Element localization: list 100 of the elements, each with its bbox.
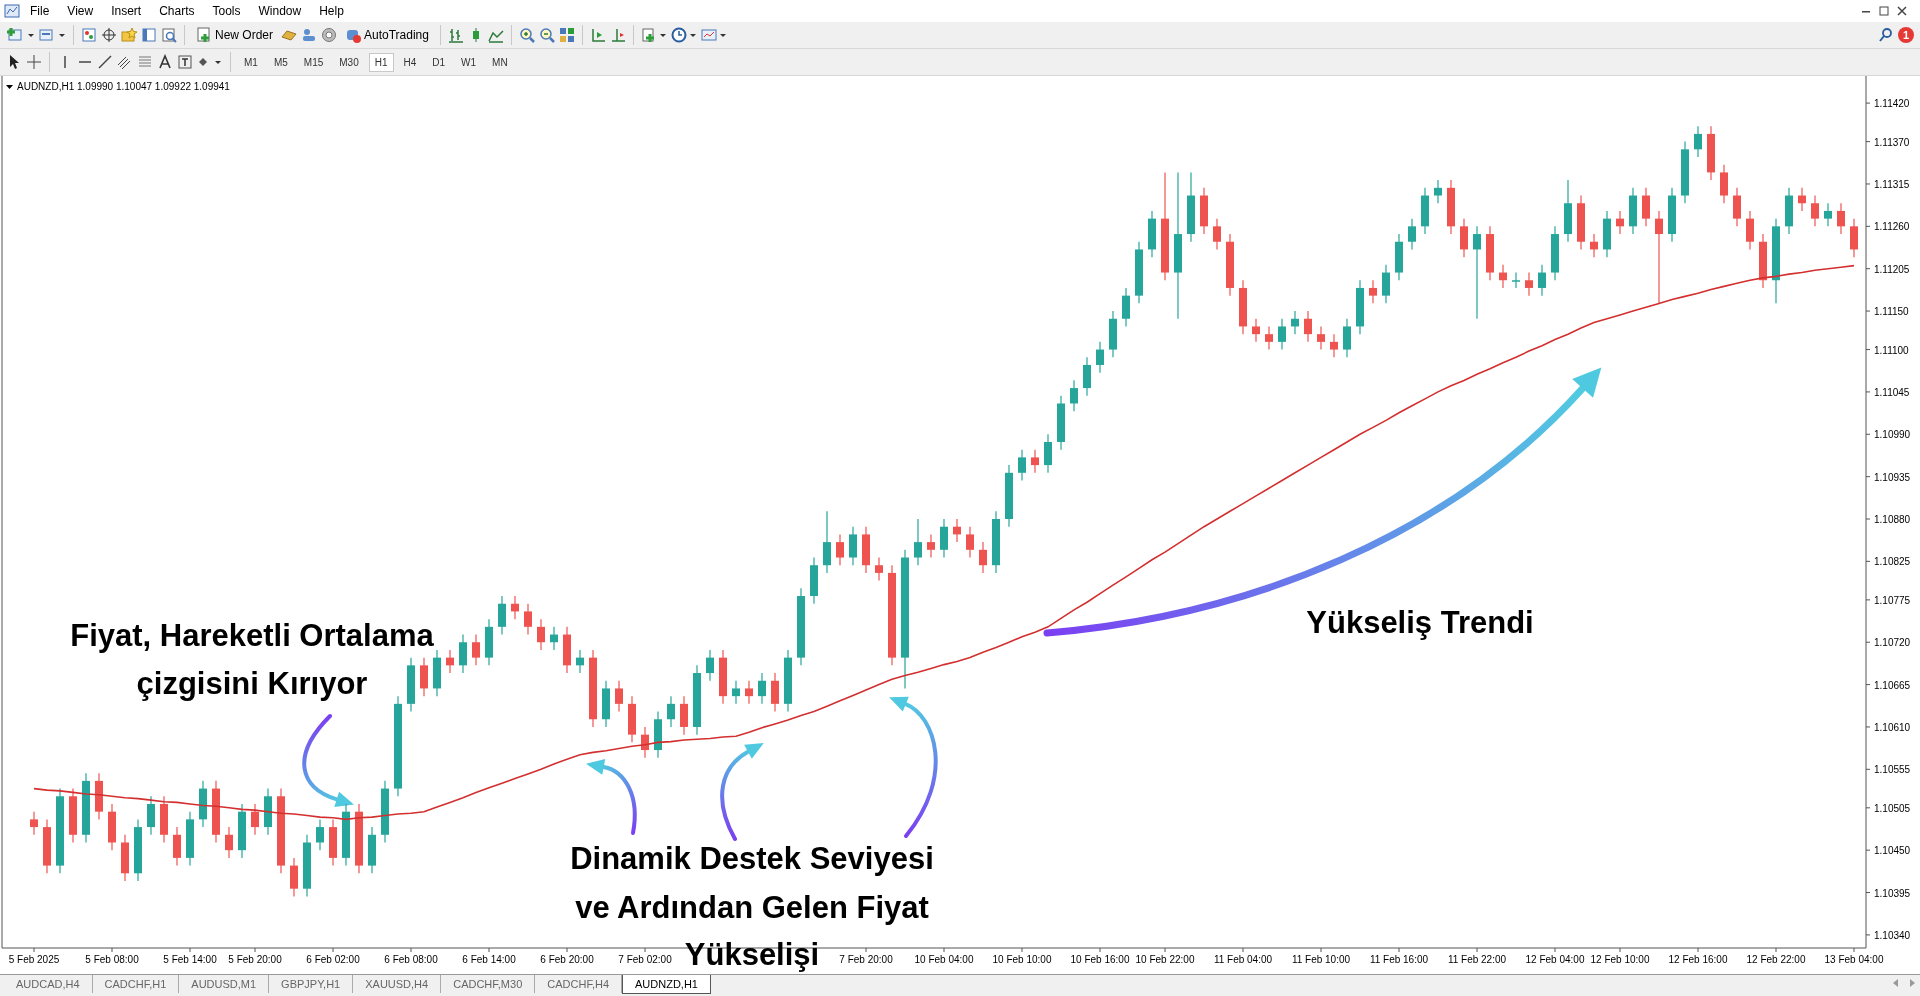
candlestick — [1733, 187, 1741, 227]
order-icon[interactable] — [196, 27, 212, 43]
timeframe-button[interactable]: W1 — [455, 52, 483, 72]
candlestick — [459, 633, 467, 674]
candlestick — [1213, 218, 1221, 251]
timeframe-button[interactable]: M30 — [333, 52, 365, 72]
candlestick — [212, 780, 220, 844]
candlestick — [1668, 187, 1676, 243]
zoom-in-icon[interactable] — [518, 27, 535, 43]
candlestick — [615, 680, 623, 713]
clock-icon[interactable] — [670, 27, 697, 43]
profiles-icon[interactable] — [38, 27, 66, 43]
new-order-button[interactable]: New Order — [192, 25, 277, 45]
candlestick — [1356, 279, 1364, 335]
tester-icon[interactable] — [161, 27, 177, 43]
text-label-icon[interactable] — [177, 54, 193, 70]
timeframe-button[interactable]: H4 — [397, 52, 423, 72]
trendline-icon[interactable] — [97, 54, 113, 70]
candlestick — [342, 803, 350, 867]
dropdown-icon[interactable] — [6, 85, 13, 89]
candlestick — [1122, 287, 1130, 328]
candlestick — [1681, 141, 1689, 204]
zoom-out-icon[interactable] — [538, 27, 555, 43]
price-label: 1.10825 — [1874, 556, 1911, 568]
channel-icon[interactable] — [117, 54, 133, 70]
time-label: 11 Feb 22:00 — [1447, 954, 1507, 965]
autotrading-button[interactable]: AutoTrading — [341, 25, 433, 45]
candlestick — [407, 657, 415, 713]
menu-item[interactable]: Charts — [151, 2, 203, 20]
candlestick — [719, 649, 727, 705]
candlestick — [251, 803, 259, 836]
candlestick — [810, 556, 818, 605]
notification-badge[interactable]: 1 — [1898, 27, 1914, 43]
candlestick — [1187, 171, 1195, 243]
candlestick — [485, 618, 493, 666]
candlestick — [628, 695, 636, 743]
timeframe-button[interactable]: M1 — [238, 52, 264, 72]
candlestick — [875, 556, 883, 582]
candlestick — [43, 818, 51, 874]
line-chart-icon[interactable] — [487, 27, 504, 43]
candlestick — [173, 826, 181, 867]
annotation-text: Fiyat, Hareketli Ortalama — [70, 618, 434, 653]
chart-shift-icon[interactable] — [609, 27, 626, 43]
timeframe-button[interactable]: H1 — [368, 52, 394, 72]
menu-item[interactable]: Window — [250, 2, 310, 20]
candlestick — [706, 649, 714, 682]
timeframe-button[interactable]: D1 — [426, 52, 452, 72]
candlestick — [1837, 202, 1845, 235]
time-label: 11 Feb 16:00 — [1369, 954, 1429, 965]
text-tool-icon[interactable] — [157, 54, 173, 70]
candlestick — [1226, 233, 1234, 297]
price-label: 1.10990 — [1874, 429, 1911, 441]
candlestick — [940, 518, 948, 559]
chart-tab[interactable]: XAUUSD,H4 — [353, 975, 442, 993]
price-label: 1.11420 — [1874, 98, 1910, 110]
candlestick — [1746, 210, 1754, 251]
terminal-icon[interactable] — [141, 27, 157, 43]
candlestick — [1616, 210, 1624, 235]
chart-tab[interactable]: AUDNZD,H1 — [622, 975, 711, 994]
price-label: 1.10555 — [1874, 764, 1911, 776]
chart-tab[interactable]: GBPJPY,H1 — [269, 975, 354, 993]
template-icon[interactable] — [700, 27, 727, 43]
timeframe-button[interactable]: MN — [486, 52, 514, 72]
timeframe-button[interactable]: M5 — [267, 52, 294, 72]
menu-item[interactable]: Tools — [204, 2, 249, 20]
candlestick — [121, 834, 129, 882]
time-label: 10 Feb 22:00 — [1135, 954, 1195, 965]
menu-item[interactable]: View — [59, 2, 102, 20]
time-label: 6 Feb 20:00 — [540, 954, 594, 965]
new-chart-icon[interactable] — [6, 27, 34, 43]
candlestick — [1278, 318, 1286, 351]
tile-windows-icon[interactable] — [558, 27, 575, 43]
menu-item[interactable]: Insert — [103, 2, 150, 20]
chart-tab[interactable]: AUDCAD,H4 — [4, 975, 93, 993]
time-label: 12 Feb 04:00 — [1525, 954, 1585, 965]
ingot-icon[interactable] — [281, 27, 297, 43]
chart-tab[interactable]: CADCHF,H1 — [92, 975, 180, 993]
annotation-text: ve Ardından Gelen Fiyat — [575, 890, 929, 925]
chart-tab[interactable]: CADCHF,M30 — [441, 975, 536, 993]
chart-tab[interactable]: AUDUSD,M1 — [179, 975, 270, 993]
menu-item[interactable]: Help — [311, 2, 352, 20]
bar-chart-icon[interactable] — [447, 27, 464, 43]
indicators-icon[interactable] — [640, 27, 667, 43]
app-icon[interactable] — [4, 3, 20, 19]
candlestick — [654, 710, 662, 759]
market-watch-icon[interactable] — [81, 27, 97, 43]
candlestick — [1031, 449, 1039, 474]
candlestick — [1629, 187, 1637, 235]
menu-item[interactable]: File — [22, 2, 58, 20]
candlestick — [745, 680, 753, 705]
time-label: 6 Feb 14:00 — [462, 954, 516, 965]
timeframe-button[interactable]: M15 — [297, 52, 330, 72]
candlestick — [1603, 210, 1611, 258]
price-label: 1.11315 — [1874, 179, 1910, 190]
crosshair-icon[interactable] — [101, 27, 117, 43]
price-label: 1.11260 — [1874, 221, 1910, 233]
time-label: 13 Feb 04:00 — [1824, 954, 1884, 965]
price-label: 1.10505 — [1874, 802, 1911, 814]
auto-scroll-icon[interactable] — [589, 27, 606, 43]
search-icon[interactable] — [1878, 27, 1894, 43]
